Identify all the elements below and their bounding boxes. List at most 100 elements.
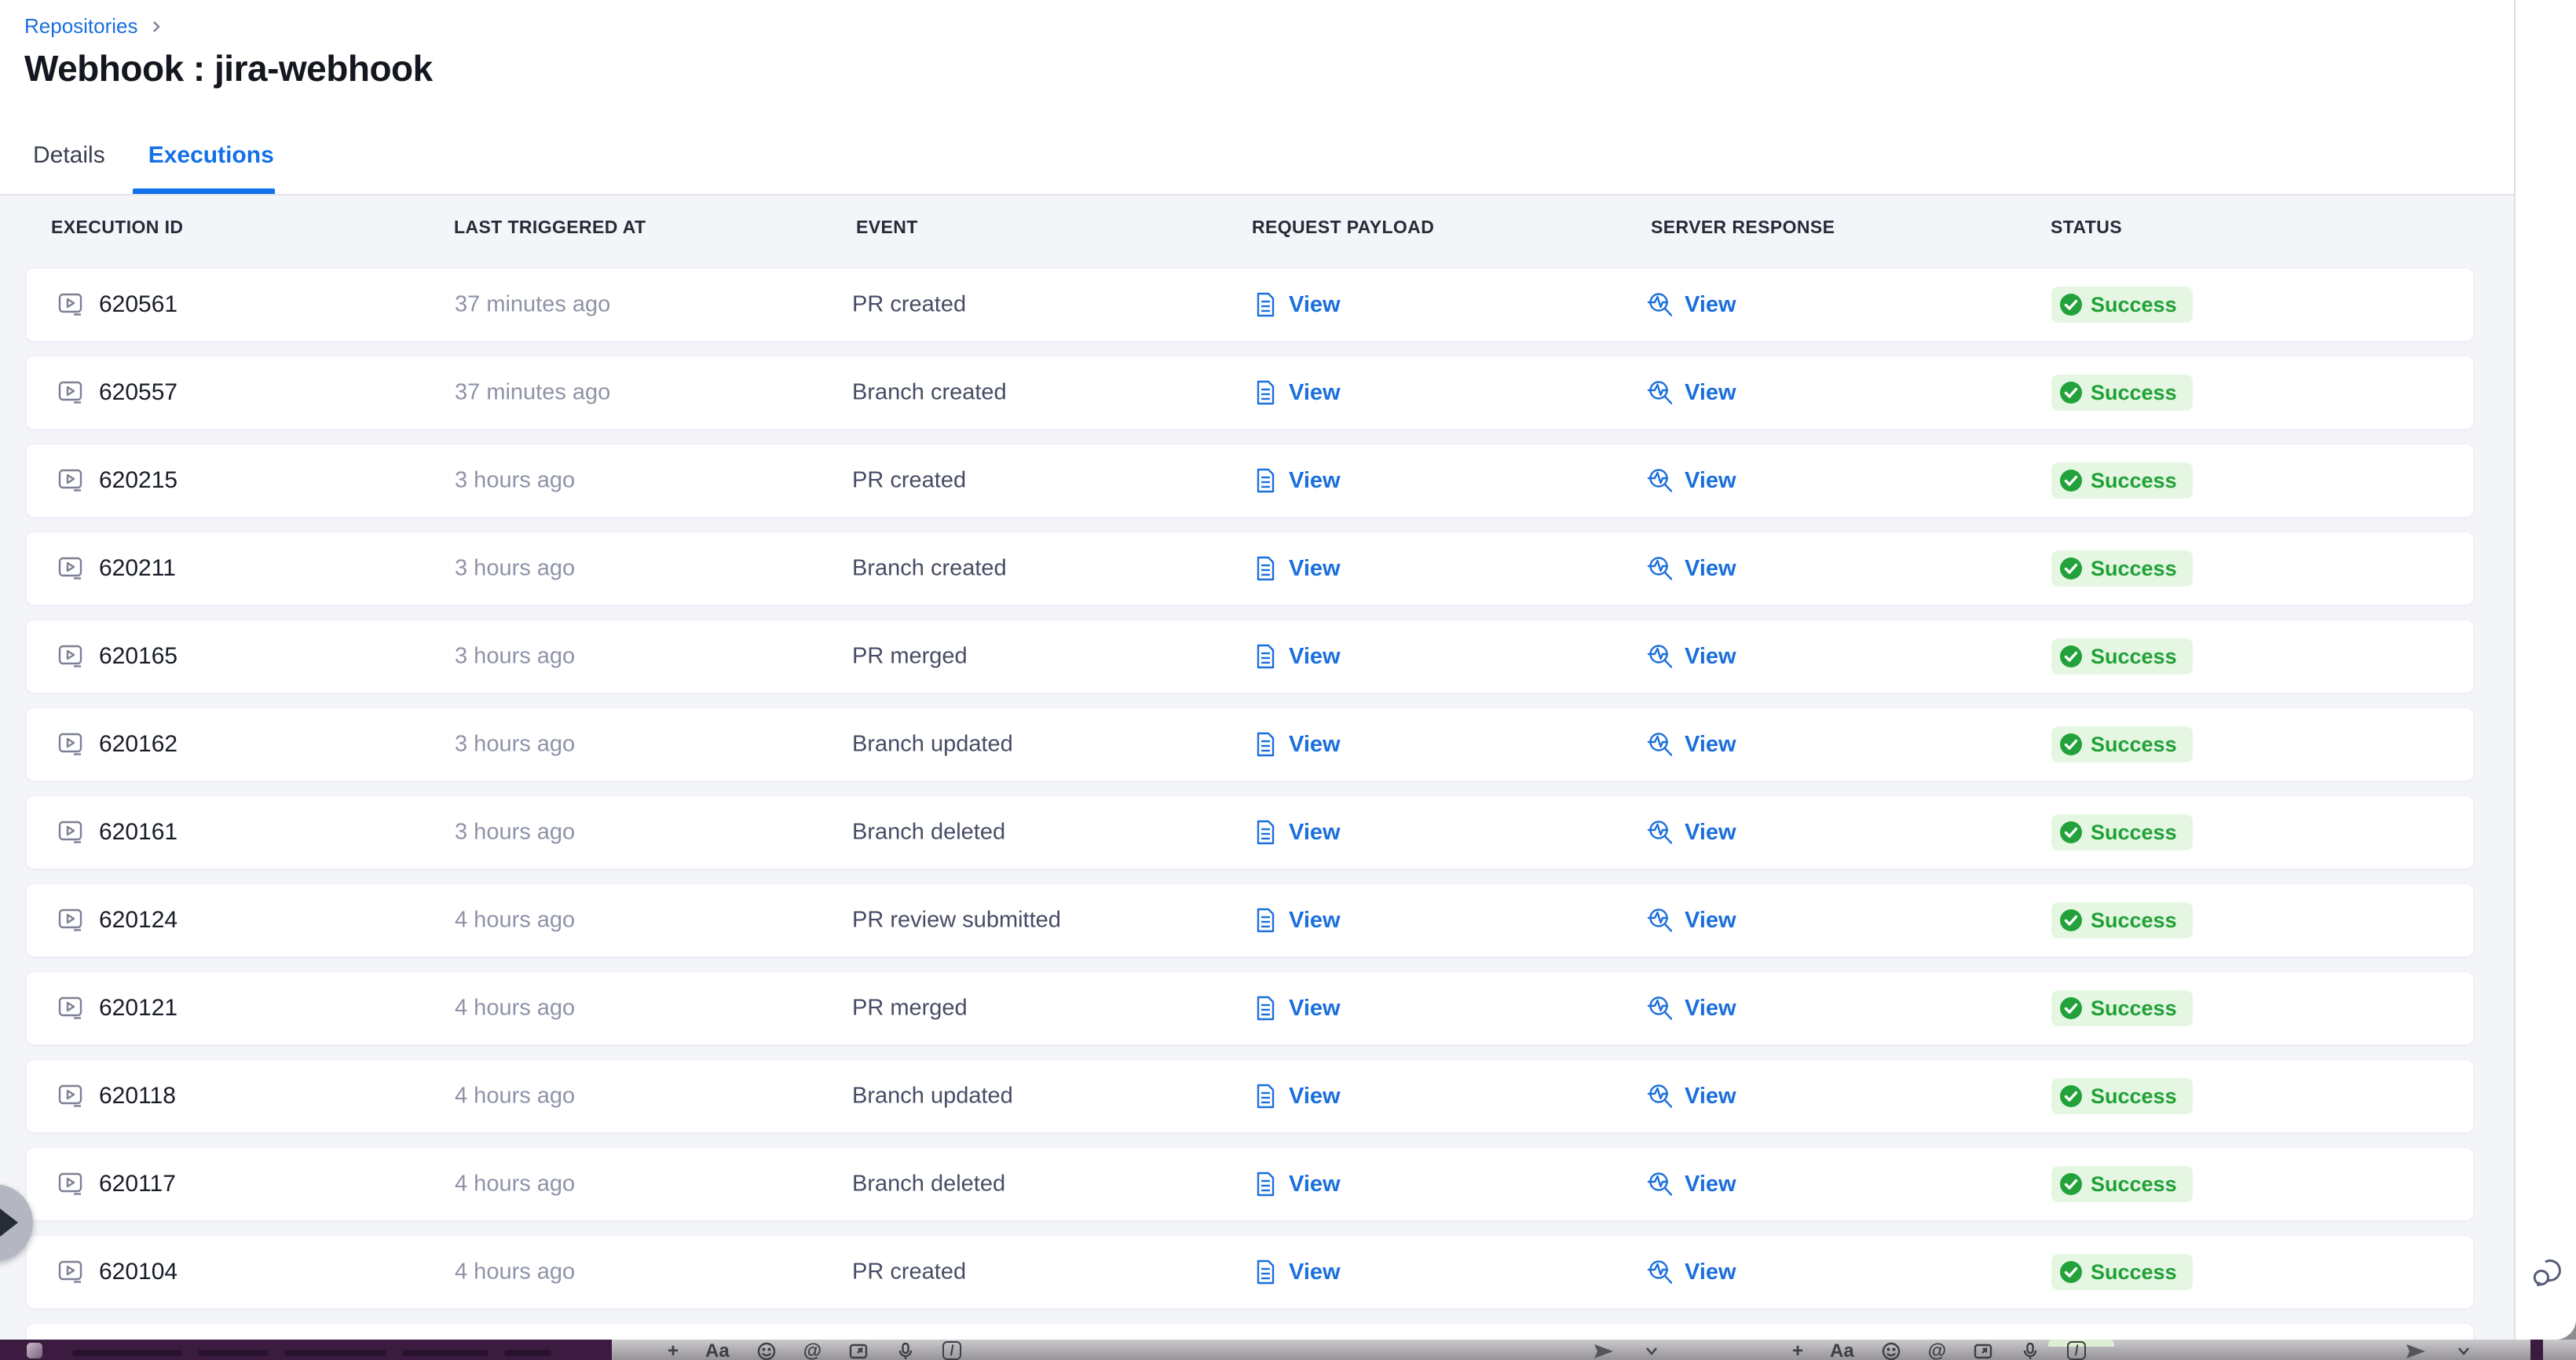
view-server-response-link[interactable]: View bbox=[1685, 1172, 1736, 1197]
document-icon bbox=[1251, 906, 1279, 934]
view-request-payload-link[interactable]: View bbox=[1289, 556, 1341, 582]
view-request-payload-link[interactable]: View bbox=[1289, 380, 1341, 406]
status-label: Success bbox=[2091, 1084, 2177, 1109]
view-request-payload-link[interactable]: View bbox=[1289, 732, 1341, 758]
chevron-down-icon[interactable] bbox=[2453, 1341, 2474, 1360]
server-response-cell[interactable]: View bbox=[1647, 818, 1736, 846]
text-formatting-icon[interactable]: Aa bbox=[705, 1341, 730, 1360]
server-response-cell[interactable]: View bbox=[1647, 994, 1736, 1022]
view-request-payload-link[interactable]: View bbox=[1289, 292, 1341, 318]
status-badge: Success bbox=[2051, 375, 2193, 411]
send-icon[interactable] bbox=[2405, 1341, 2427, 1360]
request-payload-cell[interactable]: View bbox=[1251, 642, 1341, 671]
microphone-icon[interactable] bbox=[895, 1341, 916, 1360]
execution-id-cell: 620165 bbox=[57, 642, 177, 671]
server-response-cell[interactable]: View bbox=[1647, 466, 1736, 495]
emoji-icon[interactable] bbox=[1881, 1341, 1901, 1360]
view-request-payload-link[interactable]: View bbox=[1289, 1084, 1341, 1110]
column-header: EVENT bbox=[856, 217, 918, 238]
mention-icon[interactable]: @ bbox=[1928, 1341, 1946, 1360]
chevron-down-icon[interactable] bbox=[1641, 1341, 1662, 1360]
status-label: Success bbox=[2091, 469, 2177, 493]
server-response-cell[interactable]: View bbox=[1647, 1170, 1736, 1198]
plus-icon[interactable]: + bbox=[668, 1341, 679, 1360]
view-request-payload-link[interactable]: View bbox=[1289, 1172, 1341, 1197]
request-payload-cell[interactable]: View bbox=[1251, 1258, 1341, 1286]
success-check-icon bbox=[2059, 645, 2083, 668]
view-request-payload-link[interactable]: View bbox=[1289, 908, 1341, 934]
status-label: Success bbox=[2091, 557, 2177, 581]
status-badge: Success bbox=[2051, 902, 2193, 938]
server-response-cell[interactable]: View bbox=[1647, 1258, 1736, 1286]
view-request-payload-link[interactable]: View bbox=[1289, 644, 1341, 670]
server-response-cell[interactable]: View bbox=[1647, 291, 1736, 319]
status-cell: Success bbox=[2051, 287, 2193, 323]
view-request-payload-link[interactable]: View bbox=[1289, 820, 1341, 846]
request-payload-cell[interactable]: View bbox=[1251, 906, 1341, 934]
screen-share-icon[interactable] bbox=[1973, 1341, 1993, 1360]
view-server-response-link[interactable]: View bbox=[1685, 820, 1736, 846]
execution-id-cell: 620215 bbox=[57, 466, 177, 495]
request-payload-cell[interactable]: View bbox=[1251, 1170, 1341, 1198]
server-response-cell[interactable]: View bbox=[1647, 642, 1736, 671]
view-request-payload-link[interactable]: View bbox=[1289, 1259, 1341, 1285]
status-badge: Success bbox=[2051, 550, 2193, 587]
request-payload-cell[interactable]: View bbox=[1251, 291, 1341, 319]
event-cell: Branch created bbox=[852, 556, 1007, 582]
status-label: Success bbox=[2091, 996, 2177, 1021]
plus-icon[interactable]: + bbox=[1792, 1341, 1803, 1360]
view-server-response-link[interactable]: View bbox=[1685, 732, 1736, 758]
microphone-icon[interactable] bbox=[2020, 1341, 2040, 1360]
view-request-payload-link[interactable]: View bbox=[1289, 468, 1341, 494]
execution-id: 620215 bbox=[99, 467, 177, 494]
view-server-response-link[interactable]: View bbox=[1685, 556, 1736, 582]
status-badge: Success bbox=[2051, 462, 2193, 499]
column-header: STATUS bbox=[2051, 217, 2122, 238]
event-cell: PR merged bbox=[852, 644, 968, 670]
server-response-cell[interactable]: View bbox=[1647, 378, 1736, 407]
server-response-cell[interactable]: View bbox=[1647, 1082, 1736, 1110]
view-server-response-link[interactable]: View bbox=[1685, 1259, 1736, 1285]
breadcrumb-repositories-link[interactable]: Repositories bbox=[24, 14, 138, 38]
request-payload-cell[interactable]: View bbox=[1251, 818, 1341, 846]
view-server-response-link[interactable]: View bbox=[1685, 468, 1736, 494]
event-cell: Branch deleted bbox=[852, 1172, 1005, 1197]
tab-executions[interactable]: Executions bbox=[148, 142, 274, 169]
send-icon[interactable] bbox=[1593, 1341, 1615, 1360]
feedback-chat-icon[interactable] bbox=[2531, 1255, 2566, 1289]
event-cell: PR merged bbox=[852, 996, 968, 1022]
view-server-response-link[interactable]: View bbox=[1685, 644, 1736, 670]
screen-share-icon[interactable] bbox=[848, 1341, 869, 1360]
mention-icon[interactable]: @ bbox=[803, 1341, 821, 1360]
request-payload-cell[interactable]: View bbox=[1251, 554, 1341, 583]
server-response-cell[interactable]: View bbox=[1647, 730, 1736, 759]
view-server-response-link[interactable]: View bbox=[1685, 996, 1736, 1022]
last-triggered-cell: 3 hours ago bbox=[455, 556, 575, 582]
execution-id: 620161 bbox=[99, 819, 177, 846]
request-payload-cell[interactable]: View bbox=[1251, 378, 1341, 407]
request-payload-cell[interactable]: View bbox=[1251, 1082, 1341, 1110]
table-row: 620117 4 hours ago Branch deleted View bbox=[26, 1147, 2474, 1221]
tab-details[interactable]: Details bbox=[33, 142, 105, 169]
status-cell: Success bbox=[2051, 726, 2193, 762]
view-server-response-link[interactable]: View bbox=[1685, 908, 1736, 934]
request-payload-cell[interactable]: View bbox=[1251, 466, 1341, 495]
slash-command-icon[interactable]: / bbox=[2067, 1341, 2086, 1360]
server-response-cell[interactable]: View bbox=[1647, 554, 1736, 583]
event-cell: Branch updated bbox=[852, 1084, 1013, 1110]
execution-id: 620118 bbox=[99, 1083, 176, 1110]
request-payload-cell[interactable]: View bbox=[1251, 730, 1341, 759]
view-server-response-link[interactable]: View bbox=[1685, 292, 1736, 318]
success-check-icon bbox=[2059, 733, 2083, 756]
execution-icon bbox=[57, 554, 86, 583]
view-server-response-link[interactable]: View bbox=[1685, 380, 1736, 406]
text-formatting-icon[interactable]: Aa bbox=[1830, 1341, 1854, 1360]
pulse-search-icon bbox=[1647, 994, 1675, 1022]
slack-sidebar-strip bbox=[0, 1340, 612, 1360]
slash-command-icon[interactable]: / bbox=[942, 1341, 961, 1360]
request-payload-cell[interactable]: View bbox=[1251, 994, 1341, 1022]
view-request-payload-link[interactable]: View bbox=[1289, 996, 1341, 1022]
view-server-response-link[interactable]: View bbox=[1685, 1084, 1736, 1110]
server-response-cell[interactable]: View bbox=[1647, 906, 1736, 934]
emoji-icon[interactable] bbox=[756, 1341, 777, 1360]
